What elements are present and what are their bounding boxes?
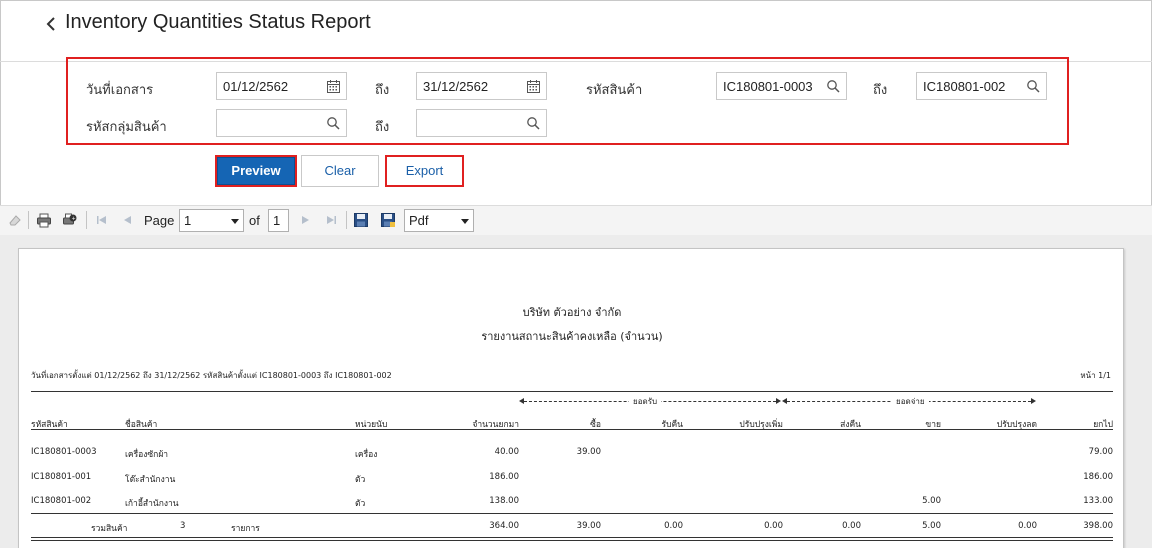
report-viewer: บริษัท ตัวอย่าง จำกัด รายงานสถานะสินค้าค… xyxy=(0,235,1152,548)
header-bottom-line xyxy=(31,429,1113,430)
total-pages-value: 1 xyxy=(273,213,281,228)
total-count: 3 xyxy=(180,521,186,531)
page-select[interactable]: 1 xyxy=(179,209,244,232)
doc-date-from-value: 01/12/2562 xyxy=(223,79,289,94)
page-label: Page xyxy=(144,213,175,228)
svg-text:+: + xyxy=(72,216,76,222)
row-name: เครื่องซักผ้า xyxy=(125,450,169,460)
group-issue-label: ยอดจ่าย xyxy=(892,395,929,408)
total-pages-field: 1 xyxy=(268,209,289,232)
doc-date-to-field[interactable]: 31/12/2562 xyxy=(416,72,547,100)
total-adjust-down: 0.00 xyxy=(1018,521,1037,531)
header-top-line xyxy=(31,391,1113,392)
row-carried-forward: 79.00 xyxy=(1088,447,1113,457)
chevron-down-icon xyxy=(231,219,239,224)
doc-date-to-value: 31/12/2562 xyxy=(423,79,489,94)
back-icon[interactable] xyxy=(44,14,58,34)
group-issue-header: ยอดจ่าย xyxy=(782,395,1036,408)
product-group-label: รหัสกลุ่มสินค้า xyxy=(86,119,167,134)
arrow-right-icon xyxy=(1031,398,1036,404)
calendar-icon[interactable] xyxy=(326,79,341,94)
product-code-from-field[interactable]: IC180801-0003 xyxy=(716,72,847,100)
search-icon[interactable] xyxy=(1026,79,1041,94)
total-bottom-line xyxy=(31,537,1113,538)
export-button[interactable]: Export xyxy=(385,155,464,187)
report-page-info: หน้า 1/1 xyxy=(1080,371,1111,380)
row-unit: เครื่อง xyxy=(355,450,378,460)
total-count-unit: รายการ xyxy=(231,524,260,534)
row-carried-forward: 133.00 xyxy=(1083,496,1113,506)
report-condition: วันที่เอกสารตั้งแต่ 01/12/2562 ถึง 31/12… xyxy=(31,371,392,380)
report-title: รายงานสถานะสินค้าคงเหลือ (จำนวน) xyxy=(481,330,663,343)
export-format-value: Pdf xyxy=(409,213,429,228)
report-viewer-toolbar: + Page 1 of 1 Pdf xyxy=(0,205,1152,235)
group-receive-header: ยอดรับ xyxy=(519,395,781,408)
row-buy: 39.00 xyxy=(576,447,601,457)
page-select-value: 1 xyxy=(184,213,192,228)
report-company: บริษัท ตัวอย่าง จำกัด xyxy=(522,306,622,319)
previous-page-icon[interactable] xyxy=(120,212,136,228)
product-code-to-field[interactable]: IC180801-002 xyxy=(916,72,1047,100)
row-name: โต๊ะสำนักงาน xyxy=(125,475,176,485)
total-brought-forward: 364.00 xyxy=(489,521,519,531)
clear-button[interactable]: Clear xyxy=(301,155,379,187)
page-header: Inventory Quantities Status Report xyxy=(0,0,1152,62)
total-return-in: 0.00 xyxy=(664,521,683,531)
product-group-to-label: ถึง xyxy=(375,119,390,134)
total-adjust-up: 0.00 xyxy=(764,521,783,531)
save-icon[interactable] xyxy=(353,212,369,228)
row-brought-forward: 186.00 xyxy=(489,472,519,482)
total-carried-forward: 398.00 xyxy=(1083,521,1113,531)
page-title: Inventory Quantities Status Report xyxy=(65,11,371,33)
report-page: บริษัท ตัวอย่าง จำกัด รายงานสถานะสินค้าค… xyxy=(18,248,1124,548)
toolbar-divider xyxy=(346,211,347,229)
row-code: IC180801-0003 xyxy=(31,447,97,457)
print-icon[interactable] xyxy=(36,212,52,228)
last-page-icon[interactable] xyxy=(323,212,339,228)
product-code-to-value: IC180801-002 xyxy=(923,79,1006,94)
chevron-down-icon xyxy=(461,219,469,224)
arrow-right-icon xyxy=(776,398,781,404)
row-brought-forward: 40.00 xyxy=(494,447,519,457)
doc-date-from-field[interactable]: 01/12/2562 xyxy=(216,72,347,100)
search-icon[interactable] xyxy=(326,116,341,131)
row-unit: ตัว xyxy=(355,475,366,485)
doc-date-to-label: ถึง xyxy=(375,82,390,97)
product-code-to-label: ถึง xyxy=(873,82,888,97)
toolbar-divider xyxy=(28,211,29,229)
row-brought-forward: 138.00 xyxy=(489,496,519,506)
search-icon[interactable] xyxy=(826,79,841,94)
filter-panel: วันที่เอกสาร 01/12/2562 ถึง 31/12/2562 ร… xyxy=(66,57,1069,145)
doc-date-label: วันที่เอกสาร xyxy=(86,82,154,97)
of-label: of xyxy=(249,213,260,228)
total-double-line xyxy=(31,540,1113,541)
first-page-icon[interactable] xyxy=(94,212,110,228)
export-format-select[interactable]: Pdf xyxy=(404,209,474,232)
save-as-icon[interactable] xyxy=(380,212,396,228)
row-name: เก้าอี้สำนักงาน xyxy=(125,499,179,509)
product-code-from-value: IC180801-0003 xyxy=(723,79,813,94)
preview-button[interactable]: Preview xyxy=(215,155,297,187)
total-sell: 5.00 xyxy=(922,521,941,531)
product-group-from-field[interactable] xyxy=(216,109,347,137)
row-sell: 5.00 xyxy=(922,496,941,506)
total-return-out: 0.00 xyxy=(842,521,861,531)
product-group-to-field[interactable] xyxy=(416,109,547,137)
search-icon[interactable] xyxy=(526,116,541,131)
next-page-icon[interactable] xyxy=(297,212,313,228)
row-unit: ตัว xyxy=(355,499,366,509)
row-code: IC180801-001 xyxy=(31,472,92,482)
row-code: IC180801-002 xyxy=(31,496,92,506)
total-buy: 39.00 xyxy=(576,521,601,531)
group-receive-label: ยอดรับ xyxy=(629,395,662,408)
calendar-icon[interactable] xyxy=(526,79,541,94)
toolbar-divider xyxy=(86,211,87,229)
row-carried-forward: 186.00 xyxy=(1083,472,1113,482)
total-top-line xyxy=(31,513,1113,514)
eraser-icon[interactable] xyxy=(7,212,23,228)
total-label: รวมสินค้า xyxy=(91,524,128,534)
print-preview-icon[interactable]: + xyxy=(62,212,78,228)
product-code-label: รหัสสินค้า xyxy=(586,82,643,97)
